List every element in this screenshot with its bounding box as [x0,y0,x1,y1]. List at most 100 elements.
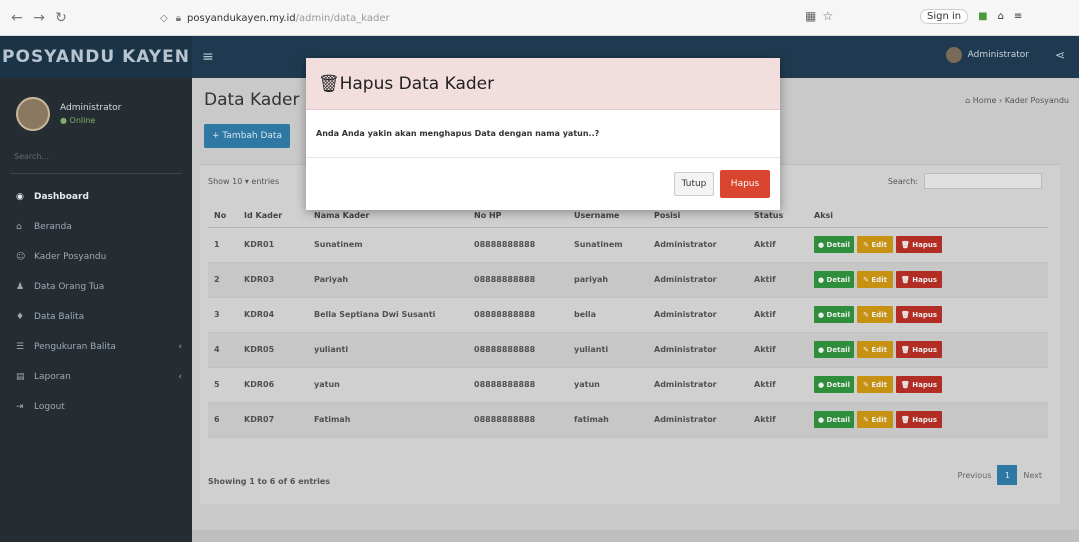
delete-button[interactable]: 🗑 Hapus [896,376,942,393]
detail-button[interactable]: ● Detail [814,271,854,288]
cell-id: KDR05 [238,332,308,368]
reader-icon[interactable]: ▦ [805,9,822,23]
cell-id: KDR01 [238,227,308,263]
delete-button[interactable]: 🗑 Hapus [896,271,942,288]
kader-table: No Id Kader Nama Kader No HP Username Po… [208,205,1048,438]
add-data-button[interactable]: + Tambah Data [204,124,290,148]
cell-status: Aktif [748,367,808,403]
table-row: 6 KDR07 Fatimah 08888888888 fatimah Admi… [208,402,1048,438]
sidebar-item-balita[interactable]: ♦ Data Balita [0,302,192,332]
address-bar[interactable]: ◇ 🔒︎ posyandukayen.my.id /admin/data_kad… [160,7,860,29]
edit-button[interactable]: ✎ Edit [857,306,893,323]
sidebar-user-name: Administrator [60,103,122,113]
delete-button[interactable]: 🗑 Hapus [896,411,942,428]
share-icon[interactable]: ⋖ [1055,48,1065,62]
sidebar-item-label: Pengukuran Balita [34,342,116,352]
footer [192,530,1079,542]
cell-id: KDR07 [238,402,308,438]
breadcrumb[interactable]: ⌂ Home › Kader Posyandu [965,96,1069,105]
modal-footer: Tutup Hapus [306,158,780,210]
cell-status: Aktif [748,332,808,368]
cell-status: Aktif [748,227,808,263]
cell-id: KDR04 [238,297,308,333]
confirm-delete-button[interactable]: Hapus [720,170,770,198]
cell-username: bella [568,297,648,333]
sidebar-item-orang-tua[interactable]: ♟ Data Orang Tua [0,272,192,302]
sidebar-item-kader[interactable]: ☺ Kader Posyandu [0,242,192,272]
sidebar-item-pengukuran[interactable]: ☰ Pengukuran Balita ‹ [0,332,192,362]
sidebar-item-logout[interactable]: ⇥ Logout [0,392,192,422]
search-input[interactable] [924,173,1042,189]
page-1-button[interactable]: 1 [997,465,1018,485]
edit-button[interactable]: ✎ Edit [857,376,893,393]
next-page-button[interactable]: Next [1023,471,1042,480]
delete-button[interactable]: 🗑 Hapus [896,236,942,253]
forward-icon[interactable]: → [28,10,50,26]
cell-id: KDR03 [238,262,308,298]
cell-aksi: ● Detail ✎ Edit 🗑 Hapus [808,402,1048,438]
signin-button[interactable]: Sign in [920,9,969,24]
edit-button[interactable]: ✎ Edit [857,341,893,358]
sidebar-item-laporan[interactable]: ▤ Laporan ‹ [0,362,192,392]
cell-nama: Sunatinem [308,227,468,263]
prev-page-button[interactable]: Previous [958,471,992,480]
detail-button[interactable]: ● Detail [814,341,854,358]
url-domain: posyandukayen.my.id [187,12,296,24]
cell-hp: 08888888888 [468,332,568,368]
cell-username: pariyah [568,262,648,298]
menu-icon[interactable]: ≡ [1014,11,1022,22]
home-browser-icon[interactable]: ⌂ [998,11,1004,22]
sidebar-user-status: ● Online [60,116,96,125]
back-icon[interactable]: ← [6,10,28,26]
extension-icon[interactable]: ■ [978,11,987,22]
sidebar-item-beranda[interactable]: ⌂ Beranda [0,212,192,242]
col-no[interactable]: No [208,205,238,228]
brand-logo[interactable]: POSYANDU KAYEN [0,36,192,78]
data-card: Show 10 ▾ entries Search: No Id Kader Na… [200,164,1060,504]
reload-icon[interactable]: ↻ [50,10,72,26]
delete-button[interactable]: 🗑 Hapus [896,341,942,358]
table-row: 3 KDR04 Bella Septiana Dwi Susanti 08888… [208,297,1048,333]
sidebar-item-dashboard[interactable]: ◉ Dashboard [0,182,192,212]
bookmark-icon[interactable]: ☆ [822,9,839,23]
edit-button[interactable]: ✎ Edit [857,411,893,428]
sidebar-item-label: Logout [34,402,65,412]
table-row: 2 KDR03 Pariyah 08888888888 pariyah Admi… [208,262,1048,298]
cell-username: yatun [568,367,648,403]
chevron-left-icon: ‹ [178,372,182,382]
cell-nama: Bella Septiana Dwi Susanti [308,297,468,333]
detail-button[interactable]: ● Detail [814,376,854,393]
header-user-menu[interactable]: Administrator [945,47,1029,63]
sidebar-search-input[interactable]: Search... [10,152,182,174]
cell-posisi: Administrator [648,262,748,298]
delete-confirm-modal: 🗑Hapus Data Kader Anda Anda yakin akan m… [306,58,780,210]
cell-nama: Pariyah [308,262,468,298]
cell-status: Aktif [748,297,808,333]
cell-username: fatimah [568,402,648,438]
detail-button[interactable]: ● Detail [814,236,854,253]
search-label: Search: [887,176,918,186]
cell-posisi: Administrator [648,332,748,368]
delete-button[interactable]: 🗑 Hapus [896,306,942,323]
table-row: 1 KDR01 Sunatinem 08888888888 Sunatinem … [208,227,1048,263]
edit-button[interactable]: ✎ Edit [857,236,893,253]
show-entries-select[interactable]: Show 10 ▾ entries [208,177,279,186]
table-row: 4 KDR05 yulianti 08888888888 yulianti Ad… [208,332,1048,368]
sidebar-item-label: Data Balita [34,312,85,322]
shield-icon: ◇ [160,12,168,24]
cell-posisi: Administrator [648,367,748,403]
users-icon: ☺ [16,252,26,262]
sidebar-user-panel: Administrator ● Online [0,78,192,150]
sidebar-item-label: Laporan [34,372,71,382]
browser-toolbar: ← → ↻ ◇ 🔒︎ posyandukayen.my.id /admin/da… [0,0,1079,36]
edit-button[interactable]: ✎ Edit [857,271,893,288]
close-button[interactable]: Tutup [674,172,714,196]
hamburger-icon[interactable]: ≡ [202,49,214,65]
col-aksi[interactable]: Aksi [808,205,1048,228]
table-search: Search: [888,173,1042,189]
detail-button[interactable]: ● Detail [814,411,854,428]
col-id-kader[interactable]: Id Kader [238,205,308,228]
cell-nama: yatun [308,367,468,403]
sidebar-item-label: Dashboard [34,192,89,202]
detail-button[interactable]: ● Detail [814,306,854,323]
